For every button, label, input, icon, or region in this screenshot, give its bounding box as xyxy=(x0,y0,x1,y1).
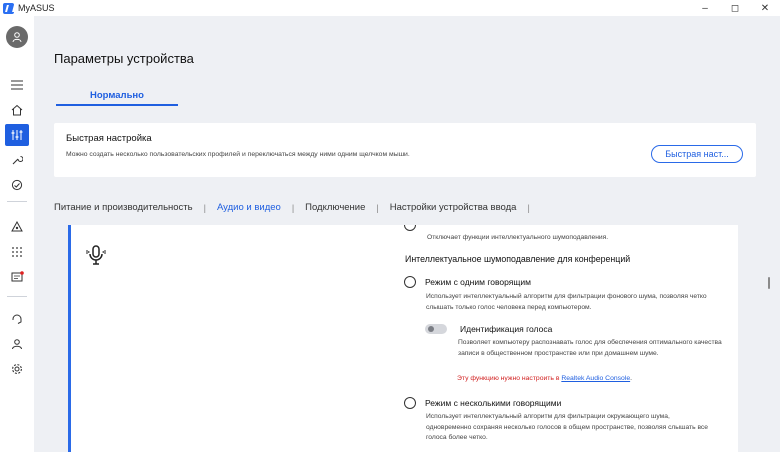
radio-single-speaker[interactable] xyxy=(404,276,416,288)
close-button[interactable]: ✕ xyxy=(750,0,780,16)
avatar[interactable] xyxy=(6,26,28,48)
quick-setup-card: Быстрая настройка Можно создать нескольк… xyxy=(54,123,756,177)
app-grid-icon[interactable] xyxy=(5,241,29,263)
home-icon[interactable] xyxy=(5,99,29,121)
radio-noise-off[interactable] xyxy=(404,225,416,231)
support-headset-icon[interactable] xyxy=(5,308,29,330)
ai-noise-cancellation-card: Отключает функции интеллектуального шумо… xyxy=(68,225,738,452)
maximize-button[interactable]: ◻ xyxy=(720,0,750,16)
divider xyxy=(7,201,27,202)
tab-power-performance[interactable]: Питание и производительность xyxy=(54,202,193,213)
noise-off-description: Отключает функции интеллектуального шумо… xyxy=(427,234,609,241)
microphone-icon xyxy=(86,245,106,265)
news-notification-icon[interactable] xyxy=(5,266,29,288)
wrench-icon[interactable] xyxy=(5,149,29,171)
single-speaker-label: Режим с одним говорящим xyxy=(425,277,531,287)
category-tabs: Питание и производительность | Аудио и в… xyxy=(54,202,541,213)
option-single-speaker[interactable]: Режим с одним говорящим xyxy=(404,276,531,288)
multi-speaker-description: Использует интеллектуальный алгоритм для… xyxy=(426,413,708,442)
app-title: MyASUS xyxy=(18,3,55,13)
quick-setup-button[interactable]: Быстрая наст... xyxy=(651,145,743,163)
voice-id-description: Позволяет компьютеру распознавать голос … xyxy=(458,339,722,357)
voice-id-row: Идентификация голоса xyxy=(425,324,552,334)
multi-speaker-label: Режим с несколькими говорящими xyxy=(425,398,562,408)
myasus-logo-icon xyxy=(3,2,14,14)
tab-connectivity[interactable]: Подключение xyxy=(305,202,365,213)
link-to-mydevice-icon[interactable] xyxy=(5,174,29,196)
title-bar: MyASUS – ◻ ✕ xyxy=(0,0,780,16)
voice-id-toggle[interactable] xyxy=(425,324,447,334)
quick-setup-description: Можно создать несколько пользовательских… xyxy=(66,151,410,158)
divider xyxy=(7,296,27,297)
section-title: Интеллектуальное шумоподавление для конф… xyxy=(405,254,631,264)
tab-separator: | xyxy=(291,202,295,213)
tab-audio-video[interactable]: Аудио и видео xyxy=(217,202,281,213)
option-noise-off[interactable] xyxy=(404,225,416,231)
minimize-button[interactable]: – xyxy=(690,0,720,16)
account-icon[interactable] xyxy=(5,333,29,355)
triangle-app-icon[interactable] xyxy=(5,216,29,238)
scrollbar[interactable] xyxy=(768,277,770,289)
tab-separator: | xyxy=(376,202,379,213)
quick-setup-title: Быстрая настройка xyxy=(66,133,152,144)
option-multi-speaker[interactable]: Режим с несколькими говорящими xyxy=(404,397,561,409)
radio-multi-speaker[interactable] xyxy=(404,397,416,409)
voice-id-label: Идентификация голоса xyxy=(460,324,553,334)
realtek-audio-console-link[interactable]: Realtek Audio Console xyxy=(561,375,630,382)
tab-normal-mode[interactable]: Нормально xyxy=(56,90,178,106)
tab-input-device-settings[interactable]: Настройки устройства ввода xyxy=(390,202,517,213)
device-settings-icon[interactable] xyxy=(5,124,29,146)
single-speaker-description: Использует интеллектуальный алгоритм для… xyxy=(426,293,707,311)
tab-separator: | xyxy=(527,202,530,213)
page-title: Параметры устройства xyxy=(54,51,194,66)
gear-icon[interactable] xyxy=(5,358,29,380)
window-controls: – ◻ ✕ xyxy=(690,0,780,16)
realtek-note: Эту функцию нужно настроить в Realtek Au… xyxy=(457,375,632,382)
tab-separator: | xyxy=(203,202,206,213)
side-navigation xyxy=(0,16,34,452)
menu-icon[interactable] xyxy=(5,74,29,96)
realtek-note-suffix: . xyxy=(630,375,632,382)
user-icon xyxy=(12,32,22,43)
realtek-note-text: Эту функцию нужно настроить в xyxy=(457,375,562,382)
